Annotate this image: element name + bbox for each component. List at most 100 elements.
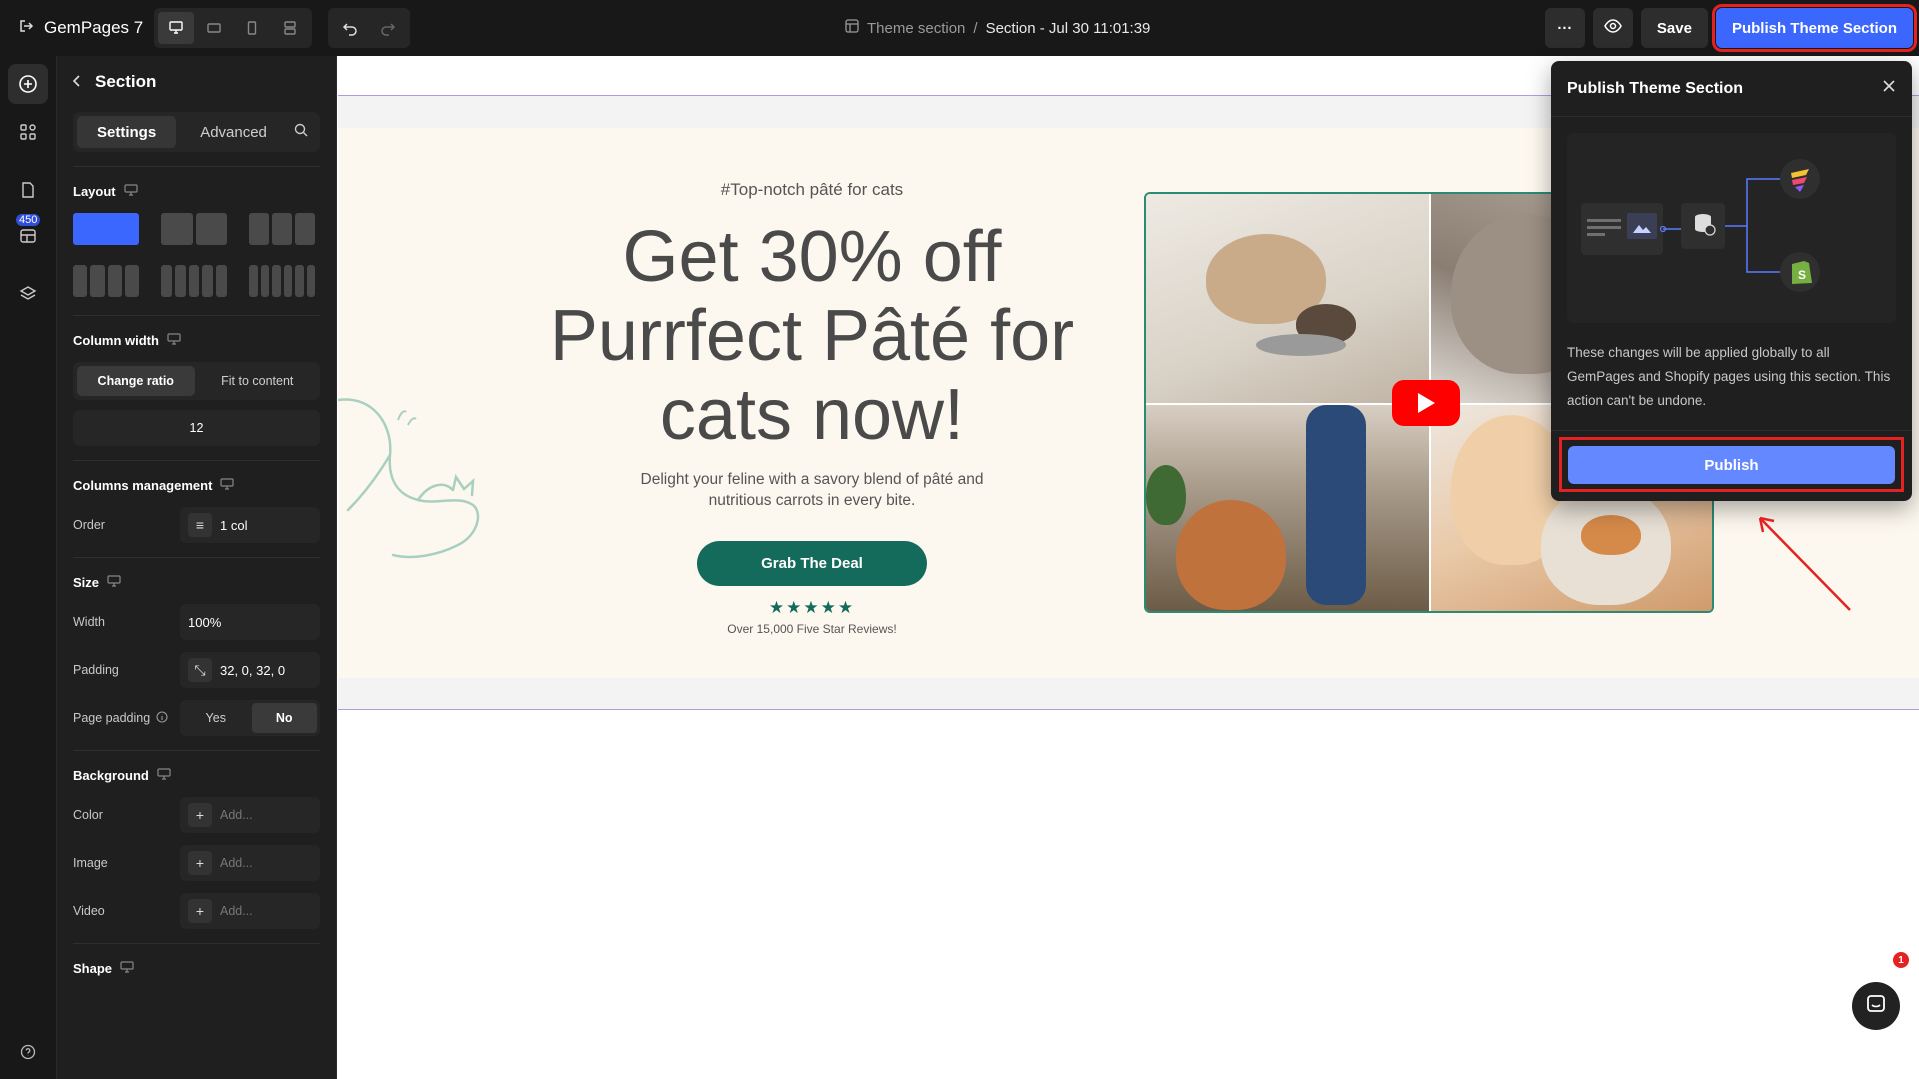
size-label: Size [73, 572, 320, 592]
width-value: 100% [188, 614, 222, 630]
mobile-device-icon[interactable] [234, 12, 270, 44]
redo-icon[interactable] [370, 12, 406, 44]
background-label-text: Background [73, 767, 149, 783]
page-padding-no[interactable]: No [251, 703, 317, 733]
history-controls [328, 8, 410, 48]
background-label: Background [73, 765, 320, 785]
chat-icon [1865, 993, 1887, 1020]
panel-header: Section [57, 56, 336, 108]
hero-subtitle: Delight your feline with a savory blend … [640, 471, 984, 509]
layout-2-col[interactable] [161, 213, 227, 245]
column-width-value[interactable]: 12 [73, 410, 320, 446]
video-label: Video [73, 904, 105, 918]
column-width-label: Column width [73, 330, 320, 350]
top-bar: GemPages 7 Theme section / Section - Jul… [0, 0, 1919, 56]
color-label: Color [73, 808, 103, 822]
bg-color-row: Color + Add... [73, 797, 320, 833]
width-input[interactable]: 100% [180, 604, 320, 640]
page-padding-row: Page padding Yes No [73, 700, 320, 736]
breadcrumb-root[interactable]: Theme section [867, 20, 965, 37]
save-button[interactable]: Save [1640, 8, 1708, 48]
layout-options [73, 213, 320, 297]
bg-image-placeholder: Add... [220, 856, 253, 870]
desktop-icon [120, 960, 134, 976]
close-icon[interactable] [1882, 79, 1896, 98]
bg-video-row: Video + Add... [73, 893, 320, 929]
bg-video-placeholder: Add... [220, 904, 253, 918]
bg-color-placeholder: Add... [220, 808, 253, 822]
grab-the-deal-button[interactable]: Grab The Deal [697, 541, 927, 586]
eye-icon [1604, 17, 1622, 39]
layout-1-col[interactable] [73, 213, 139, 245]
youtube-play-icon[interactable] [1392, 380, 1460, 426]
page-padding-toggle: Yes No [180, 700, 320, 736]
cat-feeding-image [1146, 405, 1429, 611]
plus-icon: + [188, 851, 212, 875]
pages-icon[interactable] [8, 170, 48, 210]
bg-image-row: Image + Add... [73, 845, 320, 881]
desktop-icon [107, 574, 121, 590]
layout-3-col[interactable] [249, 213, 315, 245]
layers-icon[interactable] [8, 274, 48, 314]
bg-video-picker[interactable]: + Add... [180, 893, 320, 929]
exit-icon[interactable] [18, 18, 34, 39]
hero-text: #Top-notch pâté for cats Get 30% off Pur… [540, 180, 1084, 636]
breadcrumb: Theme section / Section - Jul 30 11:01:3… [845, 0, 1150, 56]
more-options-button[interactable]: ··· [1544, 8, 1585, 48]
layout-label-text: Layout [73, 183, 116, 199]
page-padding-yes[interactable]: Yes [183, 703, 249, 733]
popover-description: These changes will be applied globally t… [1567, 345, 1891, 408]
change-ratio-option[interactable]: Change ratio [77, 366, 195, 396]
tablet-device-icon[interactable] [196, 12, 232, 44]
publish-illustration: S [1567, 133, 1896, 323]
shape-label: Shape [73, 958, 320, 978]
order-select[interactable]: ≡ 1 col [180, 507, 320, 543]
bg-image-picker[interactable]: + Add... [180, 845, 320, 881]
popover-divider [1551, 430, 1912, 431]
cat-doodle-illustration [338, 398, 480, 559]
info-icon[interactable] [156, 710, 168, 726]
order-row: Order ≡ 1 col [73, 507, 320, 543]
sections-icon[interactable] [8, 216, 48, 256]
layout-5-col[interactable] [161, 265, 227, 297]
search-icon[interactable] [294, 123, 308, 142]
plus-icon: + [188, 803, 212, 827]
help-icon[interactable] [8, 1032, 48, 1072]
top-actions: ··· Save Publish Theme Section [1544, 0, 1918, 56]
rating-stars: ★★★★★ [768, 598, 856, 617]
popover-title: Publish Theme Section [1567, 79, 1744, 97]
desktop-device-icon[interactable] [158, 12, 194, 44]
settings-panel: Section Settings Advanced Layout Column … [57, 56, 337, 1079]
fit-to-content-option[interactable]: Fit to content [199, 366, 317, 396]
section-outline-bottom [338, 709, 1919, 710]
undo-icon[interactable] [332, 12, 368, 44]
layout-device-icon[interactable] [272, 12, 308, 44]
shape-label-text: Shape [73, 960, 113, 976]
layout-4-col[interactable] [73, 265, 139, 297]
columns-management-label: Columns management [73, 475, 320, 495]
publish-button[interactable]: Publish [1568, 446, 1895, 484]
add-element-icon[interactable] [8, 64, 48, 104]
order-value: 1 col [220, 517, 248, 533]
padding-input[interactable]: ⤡ 32, 0, 32, 0 [180, 652, 320, 688]
annotation-arrow [1758, 516, 1851, 611]
panel-title: Section [95, 72, 157, 91]
tab-settings[interactable]: Settings [77, 116, 177, 148]
preview-button[interactable] [1592, 8, 1633, 48]
svg-text:S: S [1798, 268, 1806, 282]
chat-launcher[interactable] [1852, 982, 1900, 1030]
back-icon[interactable] [71, 74, 81, 91]
publish-highlight: Publish [1559, 437, 1904, 492]
padding-row: Padding ⤡ 32, 0, 32, 0 [73, 652, 320, 688]
chat-badge: 1 [1893, 952, 1909, 968]
section-icon [845, 19, 859, 37]
tab-advanced[interactable]: Advanced [180, 116, 287, 148]
desktop-icon [220, 477, 235, 493]
bg-color-picker[interactable]: + Add... [180, 797, 320, 833]
publish-theme-section-button[interactable]: Publish Theme Section [1711, 4, 1918, 52]
size-label-text: Size [73, 574, 100, 590]
width-row: Width 100% [73, 604, 320, 640]
layout-6-col[interactable] [249, 265, 315, 297]
apps-icon[interactable] [8, 112, 48, 152]
page-padding-label-text: Page padding [73, 711, 151, 725]
